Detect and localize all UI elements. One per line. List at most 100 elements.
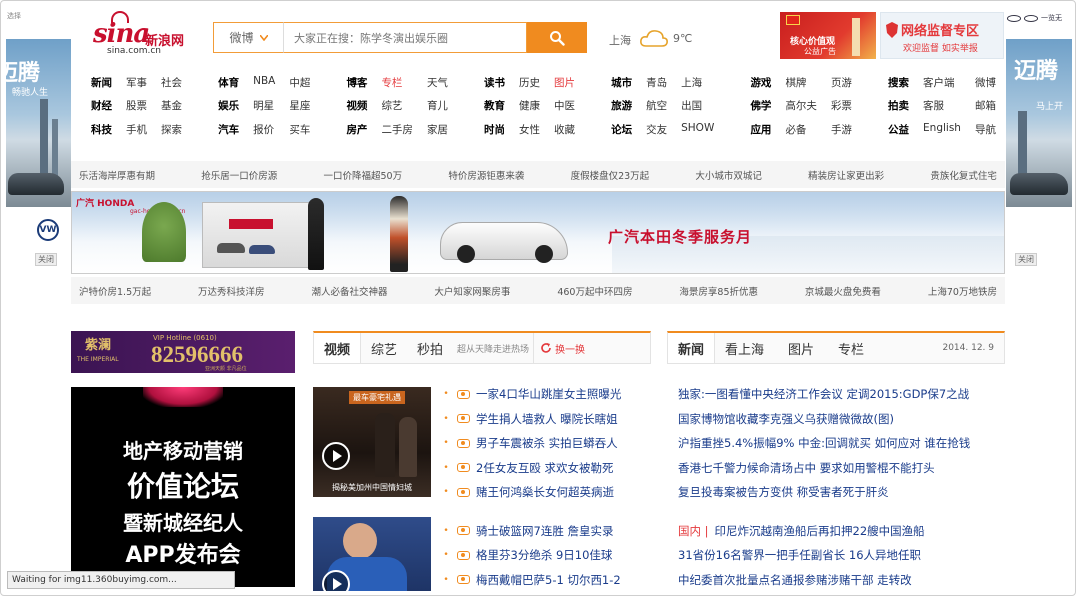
nav-link[interactable]: 中超 [289, 75, 310, 90]
video-list-item[interactable]: • 一家4口华山跳崖女主照曝光 [441, 382, 653, 407]
news-list-item[interactable]: 国内 | 印尼炸沉越南渔船后再扣押22艘中国渔船 [678, 519, 1008, 544]
tab-columns[interactable]: 专栏 [828, 333, 874, 363]
strip-link[interactable]: 京城最火盘免费看 [805, 284, 881, 298]
nav-link[interactable]: 公益 [888, 122, 909, 137]
tab-video[interactable]: 视频 [314, 333, 362, 363]
right-ad-close-button[interactable]: 关闭 [1015, 253, 1037, 266]
strip-link[interactable]: 乐活海岸厚惠有期 [79, 168, 155, 182]
news-list-item[interactable]: 31省份16名警界一把手任副省长 16人异地任职 [678, 543, 1008, 568]
news-list-item[interactable]: 中纪委首次批量点名通报参赌涉赌干部 走转改 [678, 568, 1008, 593]
imperial-ad[interactable]: 紫澜 THE IMPERIAL VIP Hotline (0610) 82596… [71, 331, 295, 373]
nav-link[interactable]: 时尚 [484, 122, 505, 137]
promo-supervision[interactable]: 网络监督专区 欢迎监督 如实举报 [880, 12, 1004, 59]
nav-link[interactable]: 青岛 [646, 75, 667, 90]
nav-link[interactable]: 页游 [831, 75, 852, 90]
news-list-item[interactable]: 国家博物馆收藏李克强义乌获赠微微故(图) [678, 407, 1008, 432]
sina-logo[interactable]: sina 新浪网 sina.com.cn [93, 11, 197, 59]
nav-link[interactable]: 论坛 [611, 122, 632, 137]
video-list-item[interactable]: • 格里芬3分绝杀 9日10佳球 [441, 543, 653, 568]
nav-link[interactable]: 报价 [253, 122, 275, 137]
nav-link[interactable]: 探索 [161, 122, 182, 137]
nav-link[interactable]: 股票 [126, 98, 147, 113]
right-side-ad[interactable]: 迈腾 马上开 [1006, 39, 1072, 207]
nav-link[interactable]: 房产 [346, 122, 367, 137]
tab-miaopai[interactable]: 秒拍 [407, 333, 453, 363]
news-list-item[interactable]: 独家:一图看懂中央经济工作会议 定调2015:GDP保7之战 [678, 382, 1008, 407]
nav-link[interactable]: 航空 [646, 98, 667, 113]
nav-link[interactable]: 交友 [646, 122, 667, 137]
nav-link[interactable]: 体育 [218, 75, 239, 90]
nav-link[interactable]: 基金 [161, 98, 182, 113]
nav-link[interactable]: 博客 [346, 75, 367, 90]
left-ad-close-button[interactable]: 关闭 [35, 253, 57, 266]
nav-link[interactable]: 天气 [427, 75, 448, 90]
search-button[interactable] [527, 22, 587, 53]
nav-link[interactable]: 游戏 [750, 75, 771, 90]
play-icon[interactable] [321, 441, 351, 471]
strip-link[interactable]: 贵族化复式住宅 [930, 168, 997, 182]
refresh-button[interactable]: 换一换 [533, 333, 591, 363]
nav-link[interactable]: 军事 [126, 75, 147, 90]
nav-link[interactable]: 社会 [161, 75, 182, 90]
promo-core-values[interactable]: 核心价值观 公益广告 [780, 12, 876, 59]
nav-link[interactable]: 娱乐 [218, 98, 239, 113]
video-list-item[interactable]: • 骑士破篮网7连胜 詹皇实录 [441, 519, 653, 544]
nav-link[interactable]: 女性 [519, 122, 540, 137]
nav-link[interactable]: 收藏 [554, 122, 575, 137]
nav-link[interactable]: 买车 [289, 122, 310, 137]
video-list-item[interactable]: • 赌王何鸿燊长女何超英病逝 [441, 480, 653, 505]
tab-news[interactable]: 新闻 [668, 333, 716, 363]
strip-link[interactable]: 潮人必备社交神器 [311, 284, 387, 298]
video-thumb-2[interactable] [313, 517, 431, 591]
forum-ad[interactable]: 地产移动营销 价值论坛 暨新城经纪人 APP发布会 [71, 387, 295, 587]
nav-link[interactable]: 高尔夫 [785, 98, 817, 113]
video-list-item[interactable]: • 2任女友互殴 求欢女被勒死 [441, 456, 653, 481]
nav-link[interactable]: 中医 [554, 98, 575, 113]
nav-link[interactable]: 佛学 [750, 98, 771, 113]
news-list-item[interactable]: 复旦投毒案被告方变供 称受害者死于肝炎 [678, 480, 1008, 505]
strip-link[interactable]: 度假楼盘仅23万起 [571, 168, 650, 182]
strip-link[interactable]: 抢乐居一口价房源 [201, 168, 277, 182]
nav-link[interactable]: 拍卖 [888, 98, 909, 113]
nav-link[interactable]: 专栏 [381, 75, 413, 90]
nav-link[interactable]: 健康 [519, 98, 540, 113]
strip-link[interactable]: 大户知家网聚房事 [434, 284, 510, 298]
nav-link[interactable]: 旅游 [611, 98, 632, 113]
nav-link[interactable]: 汽车 [218, 122, 239, 137]
video-list-item[interactable]: • 男子车震被杀 实拍巨蟒吞人 [441, 431, 653, 456]
nav-link[interactable]: SHOW [681, 122, 714, 137]
nav-link[interactable]: 微博 [975, 75, 996, 90]
nav-link[interactable]: 科技 [91, 122, 112, 137]
weather-city[interactable]: 上海 [609, 32, 631, 48]
video-list-item[interactable]: • 梅西戴帽巴萨5-1 切尔西1-2 [441, 568, 653, 593]
play-icon[interactable] [321, 569, 351, 591]
nav-link[interactable]: 出国 [681, 98, 714, 113]
nav-link[interactable]: 棋牌 [785, 75, 817, 90]
tab-shanghai[interactable]: 看上海 [715, 333, 774, 363]
nav-link[interactable]: 明星 [253, 98, 275, 113]
nav-link[interactable]: 综艺 [381, 98, 413, 113]
nav-link[interactable]: 城市 [611, 75, 632, 90]
news-list-item[interactable]: 沪指重挫5.4%振幅9% 中金:回调就买 如何应对 谁在抢钱 [678, 431, 1008, 456]
nav-link[interactable]: 财经 [91, 98, 112, 113]
nav-link[interactable]: 教育 [484, 98, 505, 113]
strip-link[interactable]: 沪特价房1.5万起 [79, 284, 151, 298]
video-thumb-1[interactable]: 最车豪宅礼遇 揭秘美加州中国情妇城 [313, 387, 431, 497]
nav-link[interactable]: 客户端 [923, 75, 961, 90]
strip-link[interactable]: 海景房享85折优惠 [679, 284, 758, 298]
nav-link[interactable]: 客服 [923, 98, 961, 113]
nav-link[interactable]: 图片 [554, 75, 575, 90]
nav-link[interactable]: 导航 [975, 122, 996, 137]
nav-link[interactable]: 历史 [519, 75, 540, 90]
search-input[interactable]: 大家正在搜：陈学冬演出娱乐圈 [283, 22, 527, 53]
nav-link[interactable]: 育儿 [427, 98, 448, 113]
strip-link[interactable]: 大小城市双城记 [695, 168, 762, 182]
strip-link[interactable]: 一口价降福超50万 [324, 168, 403, 182]
nav-link[interactable]: 手游 [831, 122, 852, 137]
search-channel-select[interactable]: 微博 [213, 22, 283, 53]
left-side-ad[interactable]: 迈腾 畅驰人生 [6, 39, 71, 207]
honda-banner-ad[interactable]: 广汽 HONDA gac-honda.com.cn 广汽本田冬季服务月 [71, 191, 1005, 274]
nav-link[interactable]: 新闻 [91, 75, 112, 90]
nav-link[interactable]: 应用 [750, 122, 771, 137]
nav-link[interactable]: English [923, 122, 961, 137]
